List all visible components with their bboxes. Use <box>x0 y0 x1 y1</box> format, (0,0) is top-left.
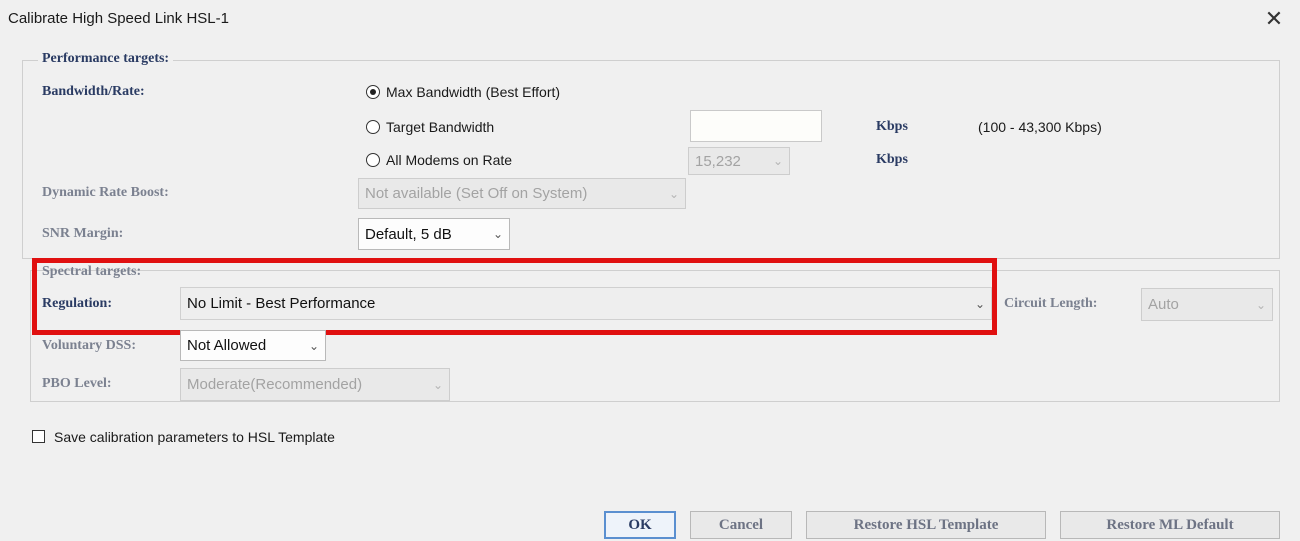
target-bandwidth-label: Target Bandwidth <box>386 119 495 135</box>
target-bandwidth-radio[interactable]: Target Bandwidth <box>366 119 494 135</box>
circuit-length-value: Auto <box>1148 296 1179 313</box>
modem-rate-select[interactable]: 15,232 ⌄ <box>688 147 790 175</box>
cancel-button[interactable]: Cancel <box>690 511 792 539</box>
save-template-label: Save calibration parameters to HSL Templ… <box>54 429 335 445</box>
chevron-down-icon: ⌄ <box>492 227 503 241</box>
save-template-checkbox[interactable] <box>32 430 45 443</box>
radio-unselected-icon <box>366 120 380 134</box>
close-icon[interactable]: ✕ <box>1262 6 1286 32</box>
modem-rate-unit: Kbps <box>876 152 908 167</box>
restore-ml-default-button[interactable]: Restore ML Default <box>1060 511 1280 539</box>
snr-margin-label: SNR Margin: <box>42 226 124 241</box>
max-bandwidth-radio[interactable]: Max Bandwidth (Best Effort) <box>366 84 560 100</box>
dynamic-rate-boost-value: Not available (Set Off on System) <box>365 185 588 202</box>
pbo-level-select[interactable]: Moderate(Recommended) ⌄ <box>180 368 450 401</box>
snr-margin-select[interactable]: Default, 5 dB ⌄ <box>358 218 510 250</box>
circuit-length-select[interactable]: Auto ⌄ <box>1141 288 1273 321</box>
dialog-title: Calibrate High Speed Link HSL-1 <box>8 10 229 27</box>
target-bandwidth-input[interactable] <box>690 110 822 142</box>
restore-hsl-template-button[interactable]: Restore HSL Template <box>806 511 1046 539</box>
chevron-down-icon: ⌄ <box>772 154 783 168</box>
voluntary-dss-value: Not Allowed <box>187 337 267 354</box>
target-bandwidth-unit: Kbps <box>876 119 908 134</box>
dynamic-rate-boost-select[interactable]: Not available (Set Off on System) ⌄ <box>358 178 686 209</box>
radio-selected-icon <box>366 85 380 99</box>
radio-unselected-icon <box>366 153 380 167</box>
ok-button[interactable]: OK <box>604 511 676 539</box>
dynamic-rate-boost-label: Dynamic Rate Boost: <box>42 185 169 200</box>
voluntary-dss-select[interactable]: Not Allowed ⌄ <box>180 330 326 361</box>
chevron-down-icon: ⌄ <box>668 186 679 201</box>
bandwidth-rate-label: Bandwidth/Rate: <box>42 84 145 99</box>
chevron-down-icon: ⌄ <box>308 338 319 353</box>
pbo-level-label: PBO Level: <box>42 376 112 391</box>
performance-targets-group <box>22 60 1280 259</box>
regulation-highlight-box <box>32 258 997 335</box>
snr-margin-value: Default, 5 dB <box>365 225 452 243</box>
max-bandwidth-label: Max Bandwidth (Best Effort) <box>386 84 561 100</box>
circuit-length-label: Circuit Length: <box>1004 296 1098 311</box>
chevron-down-icon: ⌄ <box>432 377 443 392</box>
chevron-down-icon: ⌄ <box>1255 297 1266 312</box>
all-modems-label: All Modems on Rate <box>386 152 513 168</box>
modem-rate-value: 15,232 <box>695 152 741 170</box>
voluntary-dss-label: Voluntary DSS: <box>42 338 137 353</box>
target-bandwidth-range: (100 - 43,300 Kbps) <box>978 119 1102 135</box>
all-modems-radio[interactable]: All Modems on Rate <box>366 152 512 168</box>
pbo-level-value: Moderate(Recommended) <box>187 376 363 393</box>
performance-targets-legend: Performance targets: <box>38 51 174 67</box>
